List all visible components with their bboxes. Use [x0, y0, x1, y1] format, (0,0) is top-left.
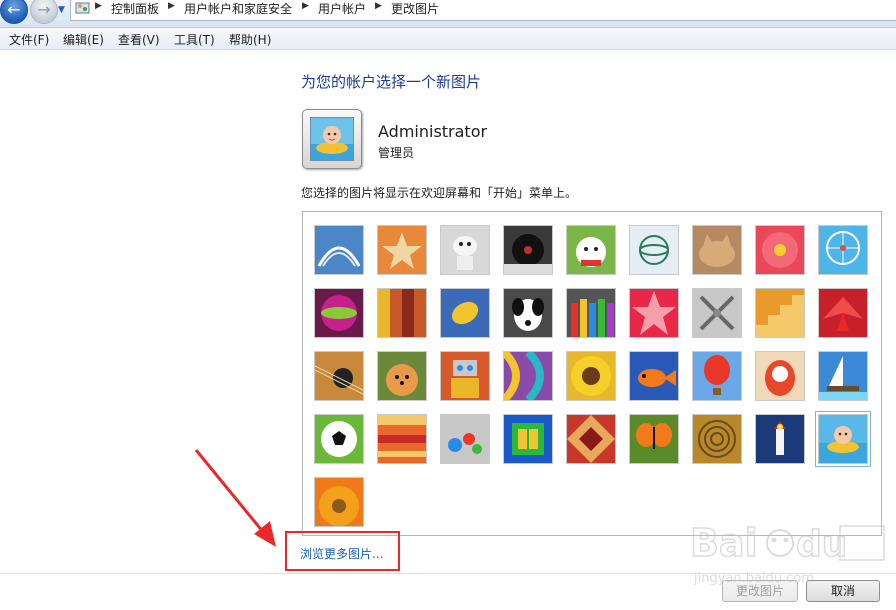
- picture-option-crayons[interactable]: [566, 288, 616, 338]
- menu-bar: 文件(F) 编辑(E) 查看(V) 工具(T) 帮助(H): [0, 28, 896, 50]
- picture-option-sailboat[interactable]: [818, 351, 868, 401]
- baidu-watermark-logo: Bai du jingyan.baidu.com: [690, 520, 885, 586]
- annotation-arrow-icon: [194, 449, 276, 547]
- picture-option-lucky-cat[interactable]: [566, 225, 616, 275]
- svg-text:Bai: Bai: [690, 521, 758, 565]
- picture-option-flower[interactable]: [755, 225, 805, 275]
- picture-option-lighthouse[interactable]: [755, 414, 805, 464]
- breadcrumb-user-accounts-family[interactable]: 用户帐户和家庭安全: [184, 0, 292, 17]
- picture-option-window[interactable]: [503, 414, 553, 464]
- back-arrow-icon[interactable]: ←: [0, 0, 28, 24]
- chevron-right-icon[interactable]: ▶: [302, 1, 309, 11]
- picture-option-spiral[interactable]: [692, 414, 742, 464]
- picture-option-jacks[interactable]: [692, 288, 742, 338]
- picture-option-soccer-ball[interactable]: [314, 414, 364, 464]
- picture-option-roller-coaster[interactable]: [314, 225, 364, 275]
- picture-option-tin-robot[interactable]: [440, 351, 490, 401]
- user-name: Administrator: [378, 122, 488, 141]
- picture-option-hot-air-balloon[interactable]: [692, 351, 742, 401]
- picture-option-record-player[interactable]: [503, 225, 553, 275]
- menu-tools[interactable]: 工具(T): [174, 31, 215, 48]
- picture-option-orange-fabric[interactable]: [377, 414, 427, 464]
- picture-option-sunflower[interactable]: [566, 351, 616, 401]
- picture-option-daruma[interactable]: [755, 351, 805, 401]
- chevron-right-icon: ▶: [95, 1, 102, 11]
- chevron-right-icon[interactable]: ▶: [375, 1, 382, 11]
- page-title: 为您的帐户选择一个新图片: [301, 73, 482, 91]
- breadcrumb[interactable]: ▶ 控制面板 ▶ 用户帐户和家庭安全 ▶ 用户帐户 ▶ 更改图片: [70, 0, 896, 21]
- picture-option-pomeranian[interactable]: [377, 351, 427, 401]
- picture-option-leaf[interactable]: [440, 288, 490, 338]
- avatar: [310, 117, 354, 161]
- picture-option-marbles[interactable]: [440, 414, 490, 464]
- picture-option-scarves[interactable]: [503, 351, 553, 401]
- picture-option-stairs[interactable]: [755, 288, 805, 338]
- picture-option-ferris-wheel[interactable]: [818, 225, 868, 275]
- menu-view[interactable]: 查看(V): [118, 31, 160, 48]
- chevron-right-icon[interactable]: ▶: [168, 1, 175, 11]
- picture-option-baby-swimming[interactable]: [815, 411, 871, 467]
- picture-option-paper-crane[interactable]: [818, 288, 868, 338]
- address-bar: ← → ▼ ▶ 控制面板 ▶ 用户帐户和家庭安全 ▶ 用户帐户 ▶ 更改图片: [0, 0, 896, 28]
- picture-option-kitten[interactable]: [692, 225, 742, 275]
- picture-option-robot-toy[interactable]: [440, 225, 490, 275]
- picture-grid: [302, 211, 882, 536]
- picture-option-gyroscope[interactable]: [629, 225, 679, 275]
- annotation-highlight-box: [285, 531, 400, 571]
- user-role: 管理员: [378, 146, 415, 160]
- history-dropdown-icon[interactable]: ▼: [58, 3, 68, 17]
- picture-option-ball[interactable]: [314, 288, 364, 338]
- menu-edit[interactable]: 编辑(E): [63, 31, 104, 48]
- picture-option-fish[interactable]: [629, 351, 679, 401]
- picture-option-guitar[interactable]: [314, 351, 364, 401]
- breadcrumb-change-picture[interactable]: 更改图片: [391, 0, 439, 17]
- breadcrumb-control-panel[interactable]: 控制面板: [111, 0, 159, 17]
- control-panel-icon: [75, 2, 90, 14]
- picture-option-textile[interactable]: [566, 414, 616, 464]
- picture-option-fabric[interactable]: [377, 288, 427, 338]
- picture-option-starfish[interactable]: [377, 225, 427, 275]
- svg-text:jingyan.baidu.com: jingyan.baidu.com: [693, 571, 814, 586]
- hint-text: 您选择的图片将显示在欢迎屏幕和「开始」菜单上。: [301, 186, 578, 200]
- picture-option-star-lantern[interactable]: [629, 288, 679, 338]
- forward-arrow-icon[interactable]: →: [30, 0, 58, 24]
- picture-option-butterfly[interactable]: [629, 414, 679, 464]
- picture-option-gerbera[interactable]: [314, 477, 364, 527]
- menu-help[interactable]: 帮助(H): [229, 31, 271, 48]
- breadcrumb-user-accounts[interactable]: 用户帐户: [318, 0, 366, 17]
- menu-file[interactable]: 文件(F): [9, 31, 49, 48]
- picture-option-dog[interactable]: [503, 288, 553, 338]
- current-user-picture: [302, 109, 362, 169]
